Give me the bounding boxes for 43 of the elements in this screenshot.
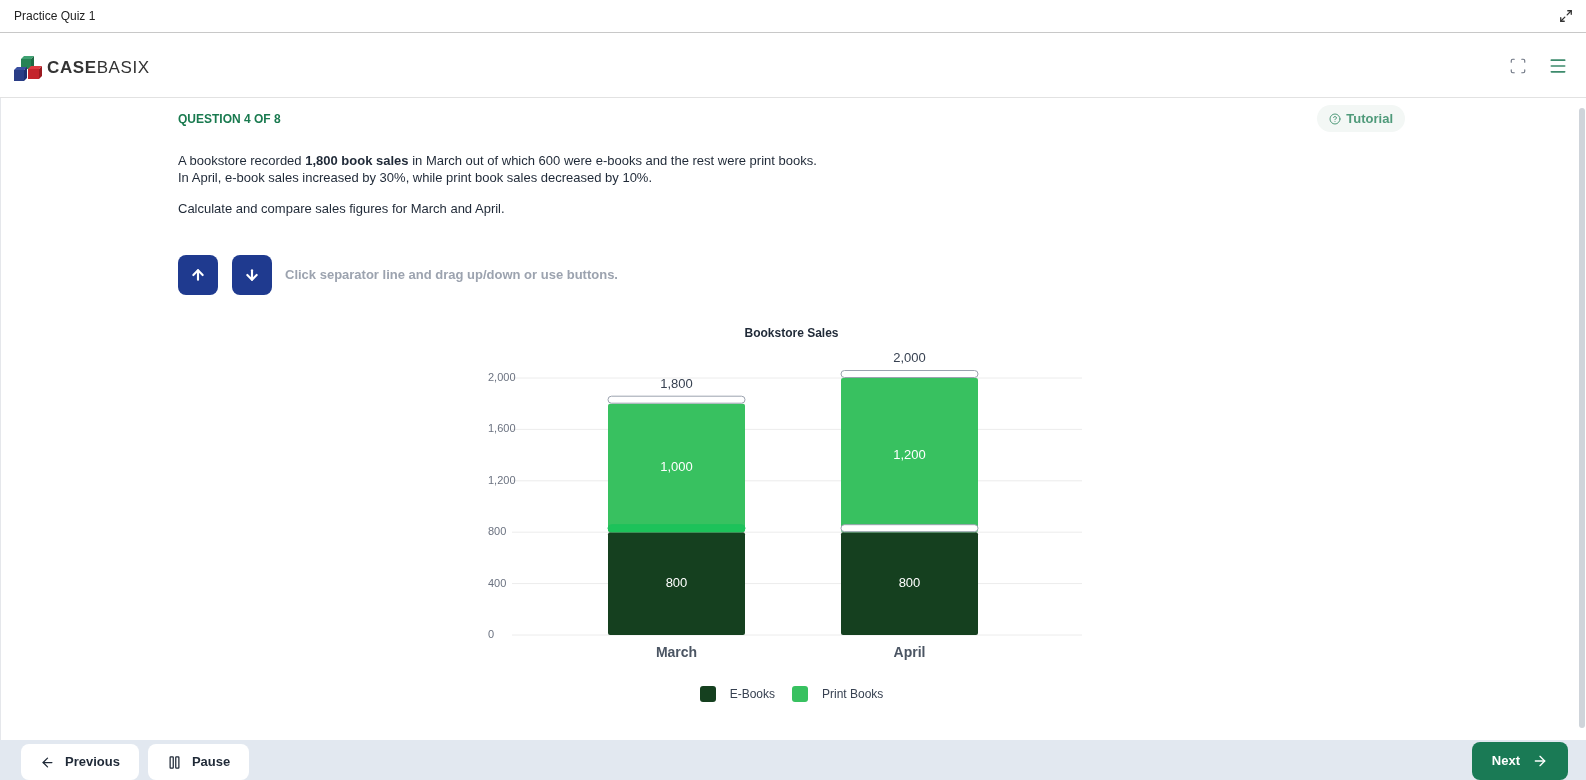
help-icon xyxy=(1329,112,1342,125)
move-down-button[interactable] xyxy=(232,255,272,295)
axis-label: 800 xyxy=(487,525,506,538)
legend-label: E-Books xyxy=(729,686,775,703)
data-label: 1,000 xyxy=(659,459,693,475)
previous-button[interactable]: Previous xyxy=(21,744,139,780)
axis-label: 2,000 xyxy=(487,370,516,383)
data-label: 800 xyxy=(898,575,920,591)
axis-label: 1,600 xyxy=(487,422,516,435)
scrollbar-thumb[interactable] xyxy=(1579,108,1585,728)
move-up-button[interactable] xyxy=(178,255,218,295)
separator-handle[interactable] xyxy=(607,524,745,533)
category-label: April xyxy=(893,643,925,660)
pause-icon xyxy=(166,754,182,770)
total-label: 2,000 xyxy=(892,350,926,366)
cubes-logo-icon xyxy=(14,55,42,81)
separator-handle[interactable] xyxy=(840,524,978,533)
hint-text: Click separator line and drag up/down or use buttons. xyxy=(285,266,618,285)
next-button[interactable]: Next xyxy=(1471,742,1568,780)
separator-handle[interactable] xyxy=(840,370,978,378)
question-text: In April, e-book sales increased by 30%, while print book sales decreased by 10%. xyxy=(178,169,654,186)
axis-label: 1,200 xyxy=(487,473,516,486)
fullscreen-icon[interactable] xyxy=(1509,57,1527,75)
window-title: Practice Quiz 1 xyxy=(14,8,96,25)
legend-label: Print Books xyxy=(822,686,884,703)
axis-label: 0 xyxy=(487,627,494,640)
data-label: 800 xyxy=(665,575,687,591)
expand-icon[interactable] xyxy=(1559,9,1573,23)
pause-button[interactable]: Pause xyxy=(147,744,250,780)
logo-wordmark: CASEBASIX xyxy=(47,57,150,80)
arrow-right-icon xyxy=(1532,753,1548,769)
arrow-up-icon xyxy=(190,267,206,283)
question-counter: QUESTION 4 OF 8 xyxy=(178,110,281,128)
question-text: A bookstore recorded 1,800 book sales in March out of which 600 were e-books and the rest were print books. xyxy=(178,152,818,169)
axis-label: 400 xyxy=(487,576,506,589)
menu-icon[interactable] xyxy=(1548,56,1568,76)
category-label: March xyxy=(655,643,697,660)
instruction-text: Calculate and compare sales figures for March and April. xyxy=(178,200,506,217)
arrow-down-icon xyxy=(244,267,260,283)
separator-handle[interactable] xyxy=(607,395,745,404)
chart-title: Bookstore Sales xyxy=(744,325,839,341)
data-label: 1,200 xyxy=(892,446,926,462)
total-label: 1,800 xyxy=(659,376,693,392)
